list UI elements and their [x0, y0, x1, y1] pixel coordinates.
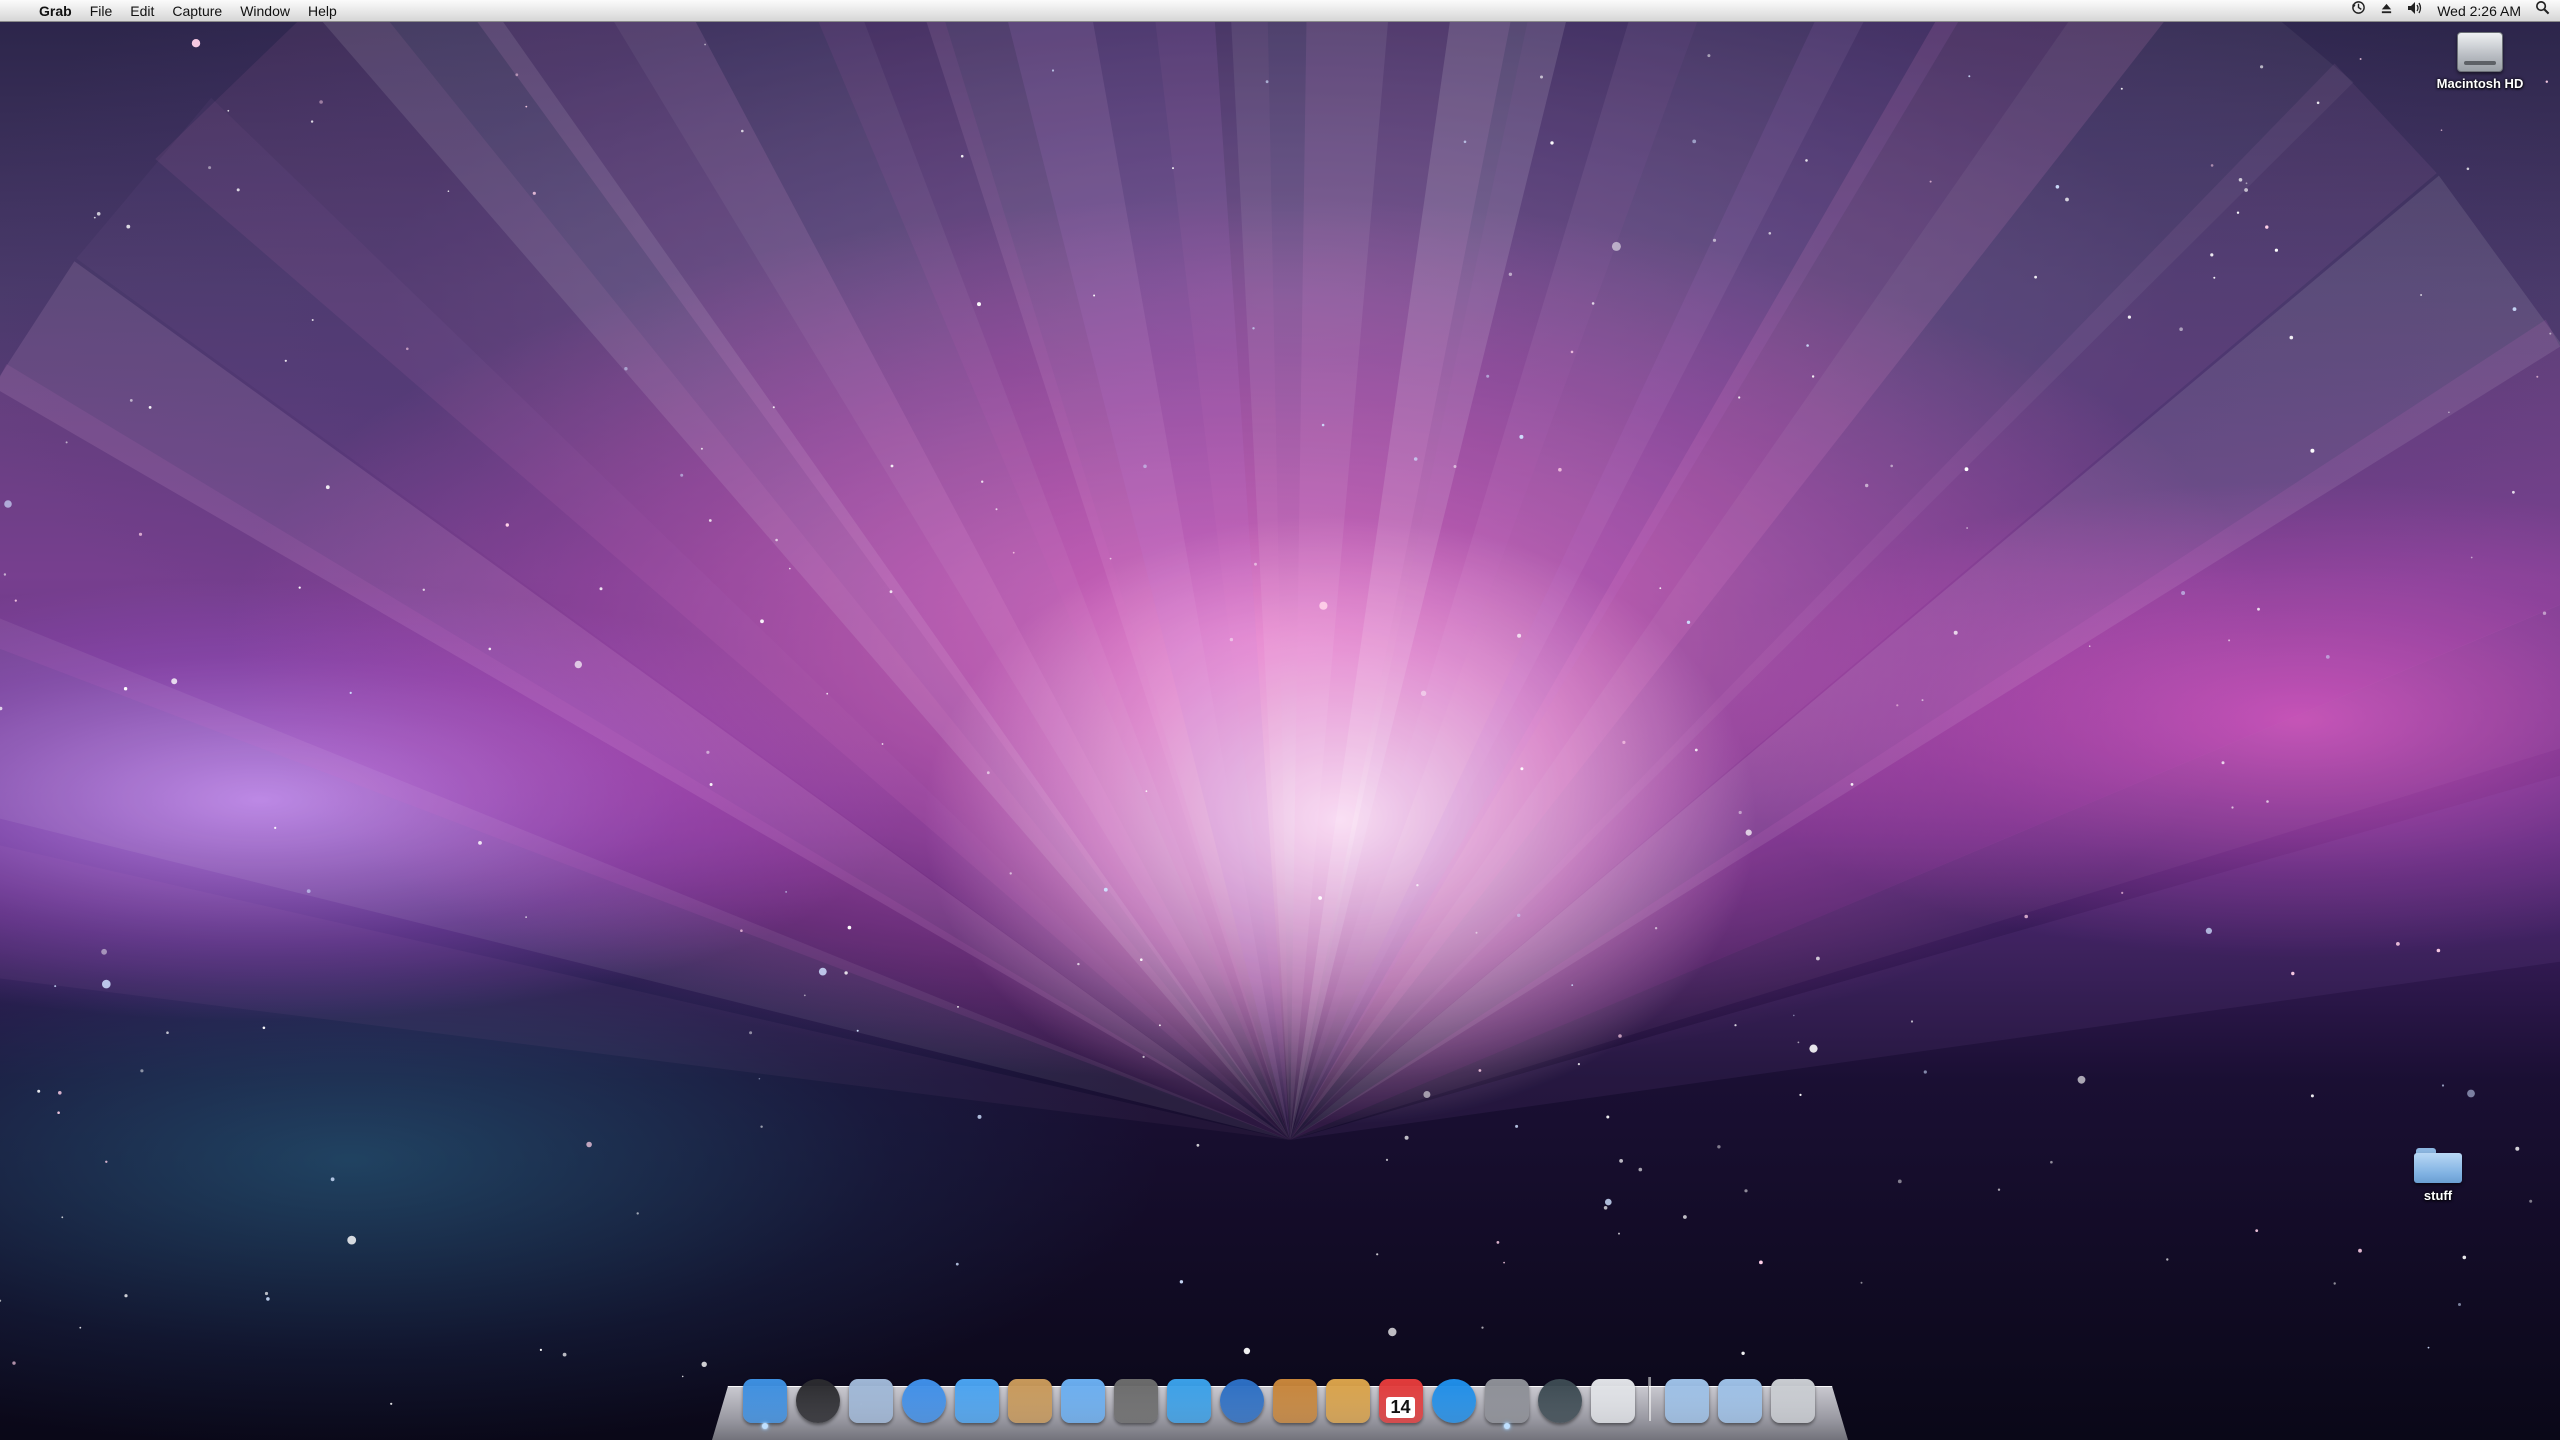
menu-capture[interactable]: Capture: [163, 0, 231, 22]
time-machine-icon: [1537, 1379, 1582, 1423]
menu-bar: Grab File Edit Capture Window Help Wed 2…: [0, 0, 2560, 22]
app-menu-grab[interactable]: Grab: [30, 0, 81, 22]
dock-item-downloads[interactable]: [1713, 1376, 1766, 1426]
idvd-icon: [1219, 1379, 1264, 1423]
garageband-icon: [1272, 1379, 1317, 1423]
desktop-icon-stuff[interactable]: stuff: [2378, 1146, 2498, 1203]
dock-item-dashboard[interactable]: [791, 1376, 844, 1426]
running-indicator: [1503, 1423, 1510, 1429]
desktop-icon-label: Macintosh HD: [2436, 76, 2524, 91]
dock-item-preview[interactable]: [1586, 1376, 1639, 1426]
ical-date-text: 14: [1386, 1396, 1415, 1418]
desktop-wallpaper: [0, 0, 2560, 1440]
iweb-icon: [1325, 1379, 1370, 1423]
ical-icon: 14: [1378, 1379, 1423, 1423]
menu-file[interactable]: File: [81, 0, 122, 22]
iphoto-icon: [1113, 1379, 1158, 1423]
trash-icon: [1770, 1379, 1815, 1423]
dock-item-itunes[interactable]: [1056, 1376, 1109, 1426]
volume-icon[interactable]: [2407, 0, 2423, 22]
dock-item-documents[interactable]: [1660, 1376, 1713, 1426]
downloads-stack-icon: [1717, 1379, 1762, 1423]
running-indicator: [761, 1423, 768, 1429]
hard-drive-icon: [2457, 32, 2503, 72]
dock-item-trash[interactable]: [1766, 1376, 1819, 1426]
menu-clock[interactable]: Wed 2:26 AM: [2437, 0, 2521, 22]
menu-edit[interactable]: Edit: [121, 0, 163, 22]
desktop-icon-label: stuff: [2423, 1188, 2453, 1203]
ichat-icon: [954, 1379, 999, 1423]
dock-item-ical[interactable]: 14: [1374, 1376, 1427, 1426]
documents-stack-icon: [1664, 1379, 1709, 1423]
dock-item-safari[interactable]: [897, 1376, 950, 1426]
dock: 14: [738, 1372, 1819, 1429]
safari-icon: [901, 1379, 946, 1423]
dock-item-imovie[interactable]: [1162, 1376, 1215, 1426]
dock-item-address-book[interactable]: [1003, 1376, 1056, 1426]
menu-window[interactable]: Window: [231, 0, 299, 22]
dock-item-grab[interactable]: [1480, 1376, 1533, 1429]
itunes-icon: [1060, 1379, 1105, 1423]
dock-separator[interactable]: [1648, 1377, 1651, 1421]
dock-item-garageband[interactable]: [1268, 1376, 1321, 1426]
dock-item-iphoto[interactable]: [1109, 1376, 1162, 1426]
mail-icon: [848, 1379, 893, 1423]
spotlight-icon[interactable]: [2535, 0, 2550, 22]
dock-item-finder[interactable]: [738, 1376, 791, 1429]
time-machine-icon[interactable]: [2351, 0, 2366, 22]
dock-item-idvd[interactable]: [1215, 1376, 1268, 1426]
desktop-icon-macintosh-hd[interactable]: Macintosh HD: [2420, 32, 2540, 91]
eject-icon[interactable]: [2380, 0, 2393, 22]
dock-item-iweb[interactable]: [1321, 1376, 1374, 1426]
quicktime-icon: [1431, 1379, 1476, 1423]
dock-item-quicktime-player[interactable]: [1427, 1376, 1480, 1426]
address-book-icon: [1007, 1379, 1052, 1423]
menu-help[interactable]: Help: [299, 0, 346, 22]
dock-item-mail[interactable]: [844, 1376, 897, 1426]
grab-icon: [1484, 1379, 1529, 1423]
imovie-icon: [1166, 1379, 1211, 1423]
preview-icon: [1590, 1379, 1635, 1423]
dashboard-icon: [795, 1379, 840, 1423]
dock-item-ichat[interactable]: [950, 1376, 1003, 1426]
dock-item-time-machine[interactable]: [1533, 1376, 1586, 1426]
folder-icon: [2414, 1146, 2462, 1184]
finder-icon: [742, 1379, 787, 1423]
